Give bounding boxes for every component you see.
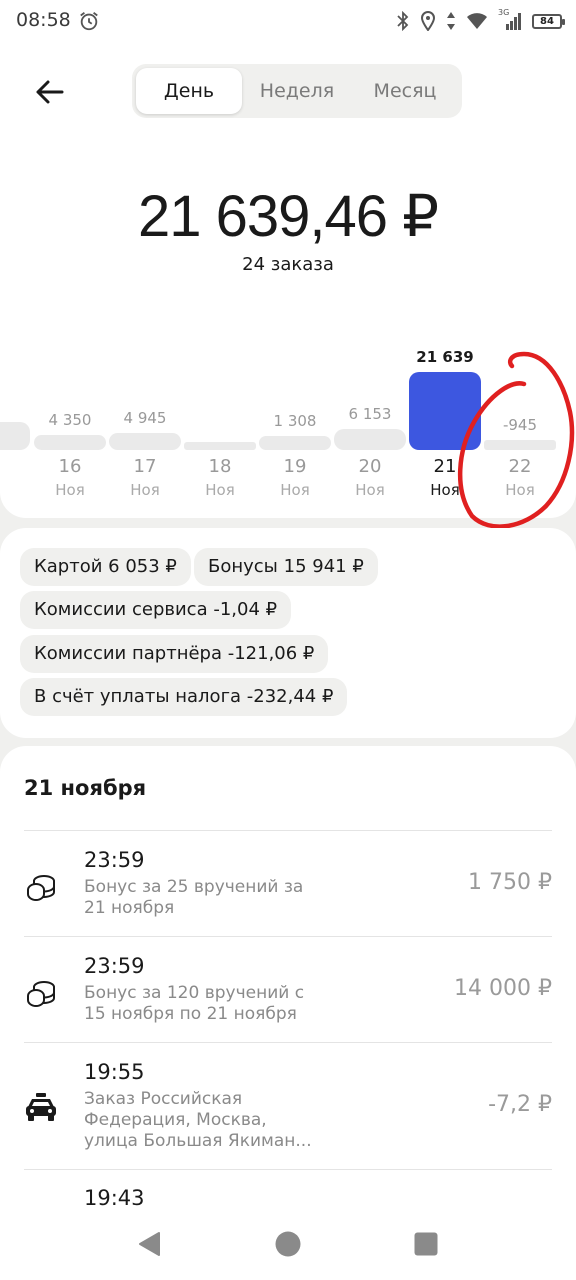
- chart-day-month: Ноя: [55, 481, 85, 499]
- chip-bonuses[interactable]: Бонусы 15 941 ₽: [194, 548, 378, 586]
- system-nav-bar: [0, 1206, 576, 1280]
- breakdown-card: Картой 6 053 ₽ Бонусы 15 941 ₽ Комиссии …: [0, 528, 576, 738]
- row-description-line: Федерация, Москва,: [84, 1110, 267, 1130]
- row-amount: 14 000 ₽: [454, 976, 552, 1001]
- row-description: Бонус за 25 вручений за 21 ноября: [84, 877, 384, 919]
- divider: [24, 1169, 552, 1170]
- chart-day-number: 17: [133, 456, 157, 477]
- chart-value-label: 6 153: [348, 405, 392, 424]
- battery-level: 84: [540, 15, 554, 27]
- row-description-line: Бонус за 25 вручений за: [84, 877, 304, 897]
- back-triangle-icon[interactable]: [136, 1230, 164, 1258]
- back-button[interactable]: [26, 74, 70, 110]
- status-time: 08:58: [16, 9, 71, 31]
- wifi-icon: [467, 13, 487, 29]
- divider: [24, 830, 552, 831]
- row-description-line: улица Большая Якиман...: [84, 1131, 312, 1151]
- chart-bar-18[interactable]: [184, 442, 256, 450]
- transactions-card: 21 ноября 23:59 Бонус за 25 вручений за …: [0, 746, 576, 1280]
- signal-icon: 3G: [498, 8, 522, 31]
- row-time: 23:59: [84, 954, 145, 978]
- tab-week[interactable]: Неделя: [242, 68, 352, 114]
- period-switcher: День Неделя Месяц: [132, 64, 462, 118]
- orders-count: 24 заказа: [242, 254, 334, 275]
- location-icon: [420, 11, 436, 31]
- divider: [24, 936, 552, 937]
- list-date: 21 ноября: [24, 776, 147, 800]
- chart-value-label: -945: [502, 416, 538, 434]
- tab-month[interactable]: Месяц: [352, 68, 458, 114]
- chart-bar-16[interactable]: [34, 435, 106, 450]
- total-amount: 21 639,46 ₽: [137, 184, 439, 249]
- row-time: 19:55: [84, 1060, 145, 1084]
- chart-bar-19[interactable]: [259, 436, 331, 450]
- chart-day-month: Ноя: [430, 481, 460, 499]
- chart-day-number: 18: [208, 456, 232, 477]
- data-arrows-icon: [447, 12, 455, 30]
- chart-day-month: Ноя: [280, 481, 310, 499]
- status-icons: 3G 84: [396, 8, 565, 33]
- chip-partner-commission[interactable]: Комиссии партнёра -121,06 ₽: [20, 635, 329, 673]
- chart-day-number: 16: [58, 456, 82, 477]
- tab-day[interactable]: День: [136, 68, 242, 114]
- taxi-icon: [26, 1093, 56, 1121]
- chip-card[interactable]: Картой 6 053 ₽: [20, 548, 191, 586]
- battery-icon: 84: [532, 13, 565, 29]
- chart-bar-20[interactable]: [334, 429, 406, 450]
- chart-day-number: 19: [283, 456, 307, 477]
- alarm-icon: [80, 12, 98, 31]
- chart-bar-22[interactable]: [484, 440, 556, 450]
- summary-card: День Неделя Месяц 21 639,46 ₽ 24 заказа …: [0, 44, 576, 518]
- row-description-line: 21 ноября: [84, 898, 175, 918]
- coins-icon: [27, 875, 55, 901]
- row-description: Бонус за 120 вручений с 15 ноября по 21 …: [84, 983, 384, 1025]
- row-time: 23:59: [84, 848, 145, 872]
- row-amount: 1 750 ₽: [468, 870, 552, 895]
- coins-icon: [27, 981, 55, 1007]
- row-description: Заказ Российская Федерация, Москва, улиц…: [84, 1089, 384, 1152]
- chart-day-number: 20: [358, 456, 382, 477]
- chart-value-label: 4 945: [123, 409, 167, 428]
- earnings-chart: 4 350 16 Ноя 4 945 17 Ноя 18 Ноя 1 308 19 Ноя 6 153…: [0, 340, 576, 510]
- bluetooth-icon: [397, 11, 409, 31]
- home-circle-icon[interactable]: [274, 1230, 302, 1258]
- recents-square-icon[interactable]: [413, 1231, 439, 1257]
- chart-bar-21[interactable]: [409, 372, 481, 450]
- chart-day-number: 21: [433, 456, 457, 477]
- chart-day-month: Ноя: [355, 481, 385, 499]
- chart-day-month: Ноя: [505, 481, 535, 499]
- chart-day-number: 22: [508, 456, 532, 477]
- chart-value-label: 21 639: [416, 348, 474, 366]
- status-bar: 08:58 3G 84: [0, 0, 576, 44]
- row-description-line: 15 ноября по 21 ноября: [84, 1004, 297, 1024]
- row-amount: -7,2 ₽: [488, 1092, 552, 1117]
- chart-day-month: Ноя: [205, 481, 235, 499]
- chart-day-month: Ноя: [130, 481, 160, 499]
- chip-service-commission[interactable]: Комиссии сервиса -1,04 ₽: [20, 591, 292, 629]
- row-description-line: Бонус за 120 вручений с: [84, 983, 305, 1003]
- chip-tax[interactable]: В счёт уплаты налога -232,44 ₽: [20, 678, 348, 716]
- row-description-line: Заказ Российская: [84, 1089, 243, 1109]
- chart-bar-17[interactable]: [109, 433, 181, 450]
- divider: [24, 1042, 552, 1043]
